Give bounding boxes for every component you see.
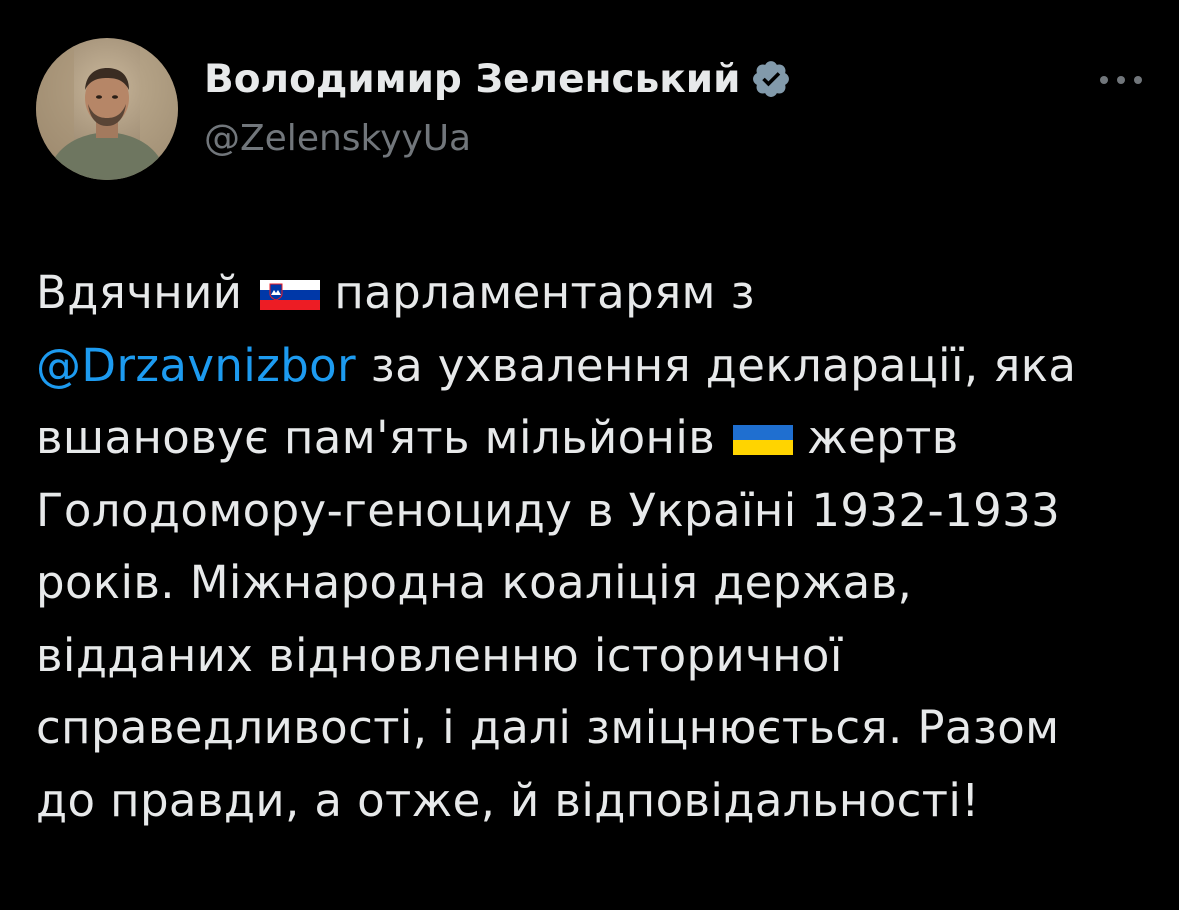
author-display-name[interactable]: Володимир Зеленський xyxy=(204,57,740,102)
tweet-header: Володимир Зеленський @ZelenskyyUa xyxy=(36,38,1146,182)
tweet-line-7: справедливості, і далі зміцнюється. Разо… xyxy=(36,701,1060,754)
tweet-text-segment: Вдячний xyxy=(36,266,243,319)
author-names: Володимир Зеленський @ZelenskyyUa xyxy=(204,54,792,159)
tweet-line-8: до правди, а отже, й відповідальності! xyxy=(36,773,980,827)
ukraine-flag-icon xyxy=(733,425,794,455)
tweet-line-5: років. Міжнародна коаліція держав, xyxy=(36,556,913,609)
tweet[interactable]: Володимир Зеленський @ZelenskyyUa Вдячни… xyxy=(0,0,1179,910)
tweet-line-3: вшановує пам'ять мільйонів жертв xyxy=(36,402,1146,475)
display-name-row: Володимир Зеленський xyxy=(204,54,792,104)
avatar[interactable] xyxy=(36,38,178,180)
tweet-text-segment: парламентарям з xyxy=(334,266,755,319)
verified-badge-icon[interactable] xyxy=(750,58,792,100)
tweet-line-6: відданих відновленню історичної xyxy=(36,628,843,682)
tweet-text: Вдячний парламентарям з @Drzavnizbor за … xyxy=(36,257,1146,837)
slovenia-flag-icon xyxy=(260,280,321,310)
tweet-line-4: Голодомору-геноциду в Україні 1932-1933 xyxy=(36,483,1061,537)
tweet-text-segment: за ухвалення декларації, яка xyxy=(356,338,1077,392)
tweet-text-segment: жертв xyxy=(807,411,959,464)
tweet-line-1: Вдячний парламентарям з xyxy=(36,257,1146,330)
tweet-text-segment: вшановує пам'ять мільйонів xyxy=(36,411,716,464)
more-horizontal-icon[interactable] xyxy=(1096,68,1146,92)
tweet-line-2: @Drzavnizbor за ухвалення декларації, як… xyxy=(36,330,1146,403)
author-handle[interactable]: @ZelenskyyUa xyxy=(204,118,792,159)
mention-link[interactable]: @Drzavnizbor xyxy=(36,339,356,392)
